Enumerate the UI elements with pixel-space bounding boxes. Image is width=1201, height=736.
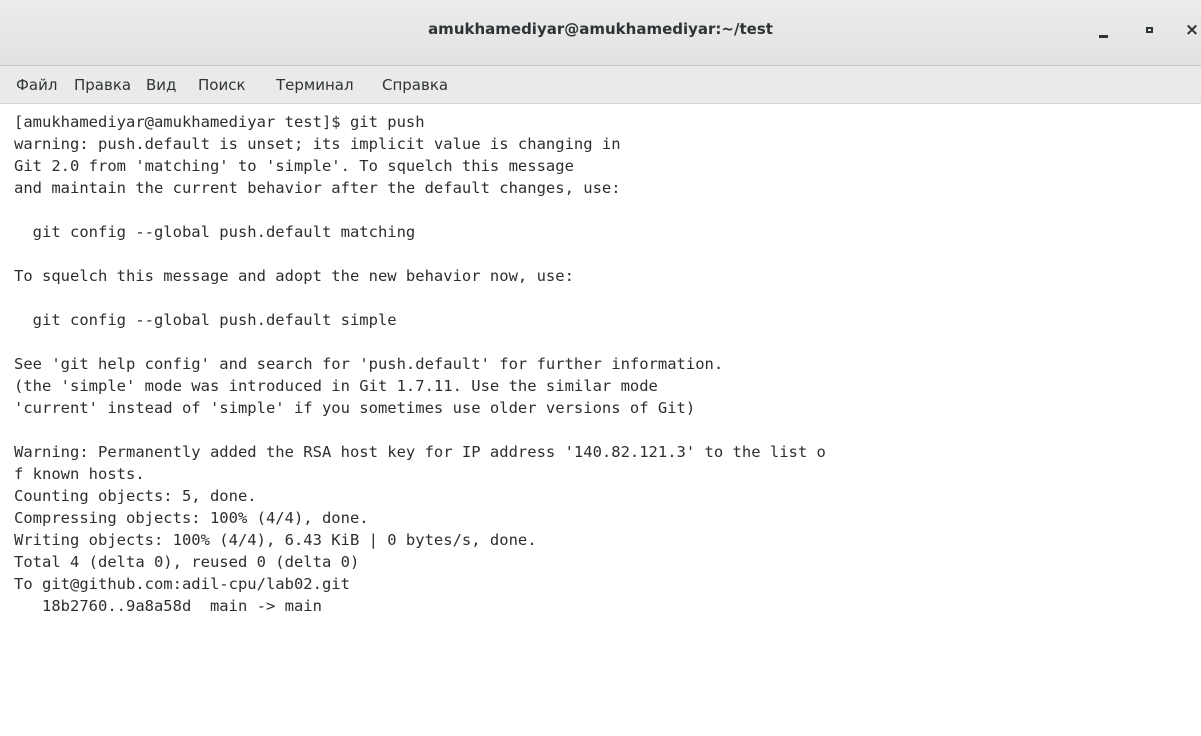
- menu-item-help[interactable]: Справка: [382, 76, 448, 94]
- menu-item-edit[interactable]: Правка: [74, 76, 131, 94]
- menu-item-file[interactable]: Файл: [16, 76, 57, 94]
- terminal-line: To squelch this message and adopt the ne…: [14, 267, 574, 285]
- terminal-line: (the 'simple' mode was introduced in Git…: [14, 377, 658, 395]
- minimize-icon: [1099, 35, 1108, 38]
- menu-item-view[interactable]: Вид: [146, 76, 176, 94]
- terminal-line: f known hosts.: [14, 465, 145, 483]
- terminal-line: and maintain the current behavior after …: [14, 179, 621, 197]
- terminal-line: Warning: Permanently added the RSA host …: [14, 443, 826, 461]
- close-icon: ×: [1184, 20, 1200, 40]
- minimize-button[interactable]: [1090, 16, 1118, 44]
- terminal-line: git config --global push.default simple: [14, 311, 397, 329]
- terminal-line: Compressing objects: 100% (4/4), done.: [14, 509, 369, 527]
- title-bar[interactable]: amukhamediyar@amukhamediyar:~/test ×: [0, 0, 1201, 66]
- menu-bar: Файл Правка Вид Поиск Терминал Справка: [0, 66, 1201, 104]
- terminal-line: warning: push.default is unset; its impl…: [14, 135, 621, 153]
- terminal-line: To git@github.com:adil-cpu/lab02.git: [14, 575, 350, 593]
- maximize-button[interactable]: [1136, 16, 1164, 44]
- terminal-line: Total 4 (delta 0), reused 0 (delta 0): [14, 553, 360, 571]
- window-title: amukhamediyar@amukhamediyar:~/test: [428, 20, 773, 38]
- terminal-lines: [amukhamediyar@amukhamediyar test]$ git …: [14, 111, 826, 617]
- terminal-line: See 'git help config' and search for 'pu…: [14, 355, 724, 373]
- terminal-line: Git 2.0 from 'matching' to 'simple'. To …: [14, 157, 574, 175]
- maximize-icon: [1146, 27, 1153, 33]
- terminal-line: Writing objects: 100% (4/4), 6.43 KiB | …: [14, 531, 537, 549]
- terminal-output[interactable]: [amukhamediyar@amukhamediyar test]$ git …: [0, 104, 1201, 736]
- terminal-line: 18b2760..9a8a58d main -> main: [14, 597, 322, 615]
- terminal-line: Counting objects: 5, done.: [14, 487, 257, 505]
- menu-item-search[interactable]: Поиск: [198, 76, 246, 94]
- terminal-window: amukhamediyar@amukhamediyar:~/test × Фай…: [0, 0, 1201, 736]
- terminal-line: git config --global push.default matchin…: [14, 223, 416, 241]
- terminal-line: [amukhamediyar@amukhamediyar test]$ git …: [14, 113, 425, 131]
- close-button[interactable]: ×: [1178, 16, 1201, 44]
- terminal-line: 'current' instead of 'simple' if you som…: [14, 399, 696, 417]
- menu-item-terminal[interactable]: Терминал: [276, 76, 354, 94]
